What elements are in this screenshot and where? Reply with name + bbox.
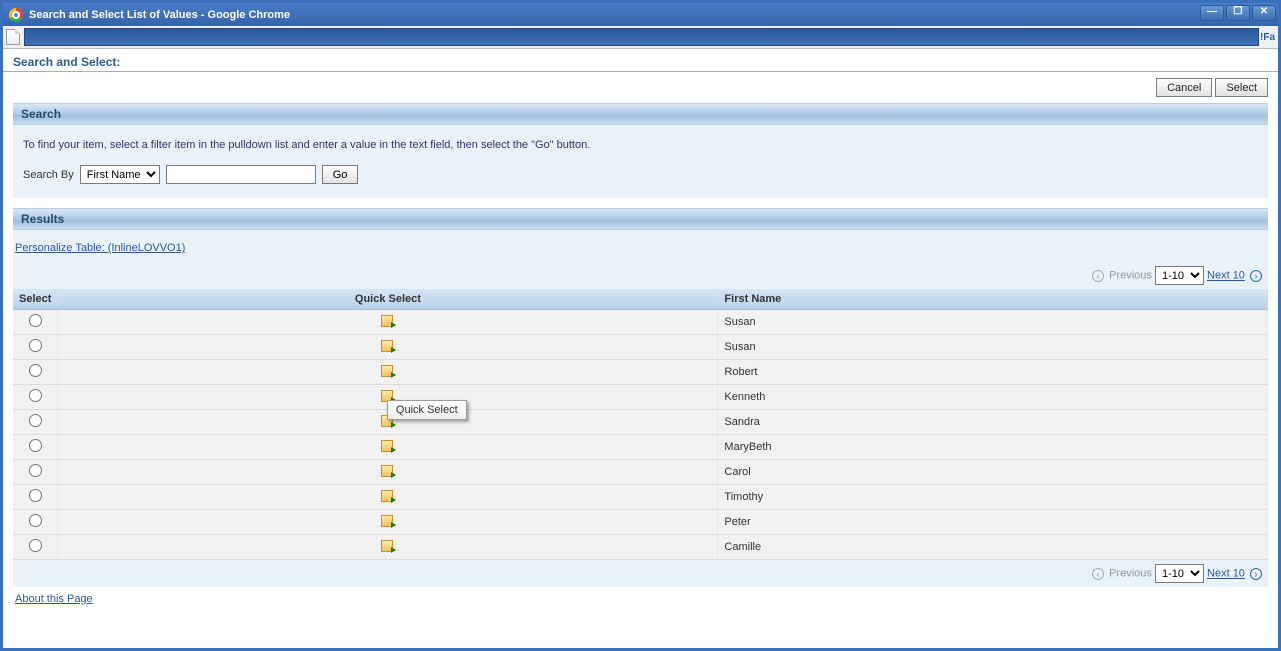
table-row: Carol [13, 460, 1268, 485]
table-row: Sandra [13, 410, 1268, 435]
page-icon [6, 29, 20, 45]
table-row: Peter [13, 510, 1268, 535]
quick-select-icon[interactable] [381, 340, 395, 352]
row-select-radio[interactable] [29, 439, 42, 452]
col-first-name: First Name [718, 289, 1268, 310]
first-name-cell: Peter [718, 510, 1268, 535]
previous-label-top: Previous [1109, 270, 1152, 282]
go-button[interactable]: Go [322, 165, 359, 184]
table-row: Kenneth [13, 385, 1268, 410]
results-panel: Personalize Table: (InlineLOVVO1) ‹ Prev… [13, 230, 1268, 587]
quick-select-icon[interactable] [381, 490, 395, 502]
quick-select-icon[interactable] [381, 315, 395, 327]
row-select-radio[interactable] [29, 414, 42, 427]
search-section-header: Search [13, 103, 1268, 125]
first-name-cell: Timothy [718, 485, 1268, 510]
quick-select-tooltip: Quick Select [387, 400, 467, 420]
row-select-radio[interactable] [29, 539, 42, 552]
quick-select-icon[interactable] [381, 365, 395, 377]
table-row: Camille [13, 535, 1268, 560]
pager-top: ‹ Previous 1-10 Next 10 › [13, 262, 1268, 289]
address-bar[interactable] [24, 28, 1259, 46]
page-action-row: Cancel Select [3, 72, 1278, 103]
search-by-label: Search By [23, 169, 74, 181]
table-row: MaryBeth [13, 435, 1268, 460]
table-row: Robert [13, 360, 1268, 385]
first-name-cell: Camille [718, 535, 1268, 560]
window-titlebar: Search and Select List of Values - Googl… [3, 3, 1278, 26]
chrome-icon [9, 8, 23, 22]
first-name-cell: Kenneth [718, 385, 1268, 410]
quick-select-icon[interactable] [381, 540, 395, 552]
next-icon-bottom[interactable]: › [1250, 568, 1262, 580]
first-name-cell: Susan [718, 335, 1268, 360]
personalize-table-link[interactable]: Personalize Table: (InlineLOVVO1) [13, 236, 185, 262]
table-row: Susan [13, 310, 1268, 335]
results-table: Select Quick Select First Name SusanSusa… [13, 289, 1268, 560]
row-select-radio[interactable] [29, 489, 42, 502]
address-truncated: !Fa [1260, 32, 1275, 43]
table-row: Timothy [13, 485, 1268, 510]
first-name-cell: Sandra [718, 410, 1268, 435]
row-select-radio[interactable] [29, 514, 42, 527]
table-row: Susan [13, 335, 1268, 360]
row-select-radio[interactable] [29, 364, 42, 377]
address-row: !Fa [3, 26, 1278, 49]
first-name-cell: Susan [718, 310, 1268, 335]
range-select-top[interactable]: 1-10 [1155, 266, 1204, 285]
first-name-cell: Carol [718, 460, 1268, 485]
about-page-link[interactable]: About this Page [3, 587, 93, 605]
first-name-cell: Robert [718, 360, 1268, 385]
search-input[interactable] [166, 165, 316, 184]
select-button[interactable]: Select [1215, 78, 1268, 97]
pager-bottom: ‹ Previous 1-10 Next 10 › [13, 560, 1268, 587]
search-by-select[interactable]: First Name [80, 165, 160, 184]
row-select-radio[interactable] [29, 389, 42, 402]
first-name-cell: MaryBeth [718, 435, 1268, 460]
search-help-text: To find your item, select a filter item … [23, 139, 1258, 151]
row-select-radio[interactable] [29, 339, 42, 352]
search-panel: To find your item, select a filter item … [13, 125, 1268, 198]
next-icon-top[interactable]: › [1250, 270, 1262, 282]
col-select: Select [13, 289, 58, 310]
previous-label-bottom: Previous [1109, 568, 1152, 580]
page-title: Search and Select: [3, 49, 1278, 72]
col-quick-select: Quick Select [58, 289, 718, 310]
prev-icon-top: ‹ [1092, 270, 1104, 282]
close-button[interactable]: ✕ [1252, 5, 1276, 21]
quick-select-icon[interactable] [381, 515, 395, 527]
quick-select-icon[interactable] [381, 465, 395, 477]
row-select-radio[interactable] [29, 464, 42, 477]
maximize-button[interactable]: ❐ [1226, 5, 1250, 21]
minimize-button[interactable]: — [1200, 5, 1224, 21]
next-link-top[interactable]: Next 10 [1207, 270, 1245, 282]
range-select-bottom[interactable]: 1-10 [1155, 564, 1204, 583]
cancel-button[interactable]: Cancel [1156, 78, 1212, 97]
row-select-radio[interactable] [29, 314, 42, 327]
results-section-header: Results [13, 208, 1268, 230]
prev-icon-bottom: ‹ [1092, 568, 1104, 580]
quick-select-icon[interactable] [381, 440, 395, 452]
next-link-bottom[interactable]: Next 10 [1207, 568, 1245, 580]
window-title: Search and Select List of Values - Googl… [29, 9, 290, 21]
